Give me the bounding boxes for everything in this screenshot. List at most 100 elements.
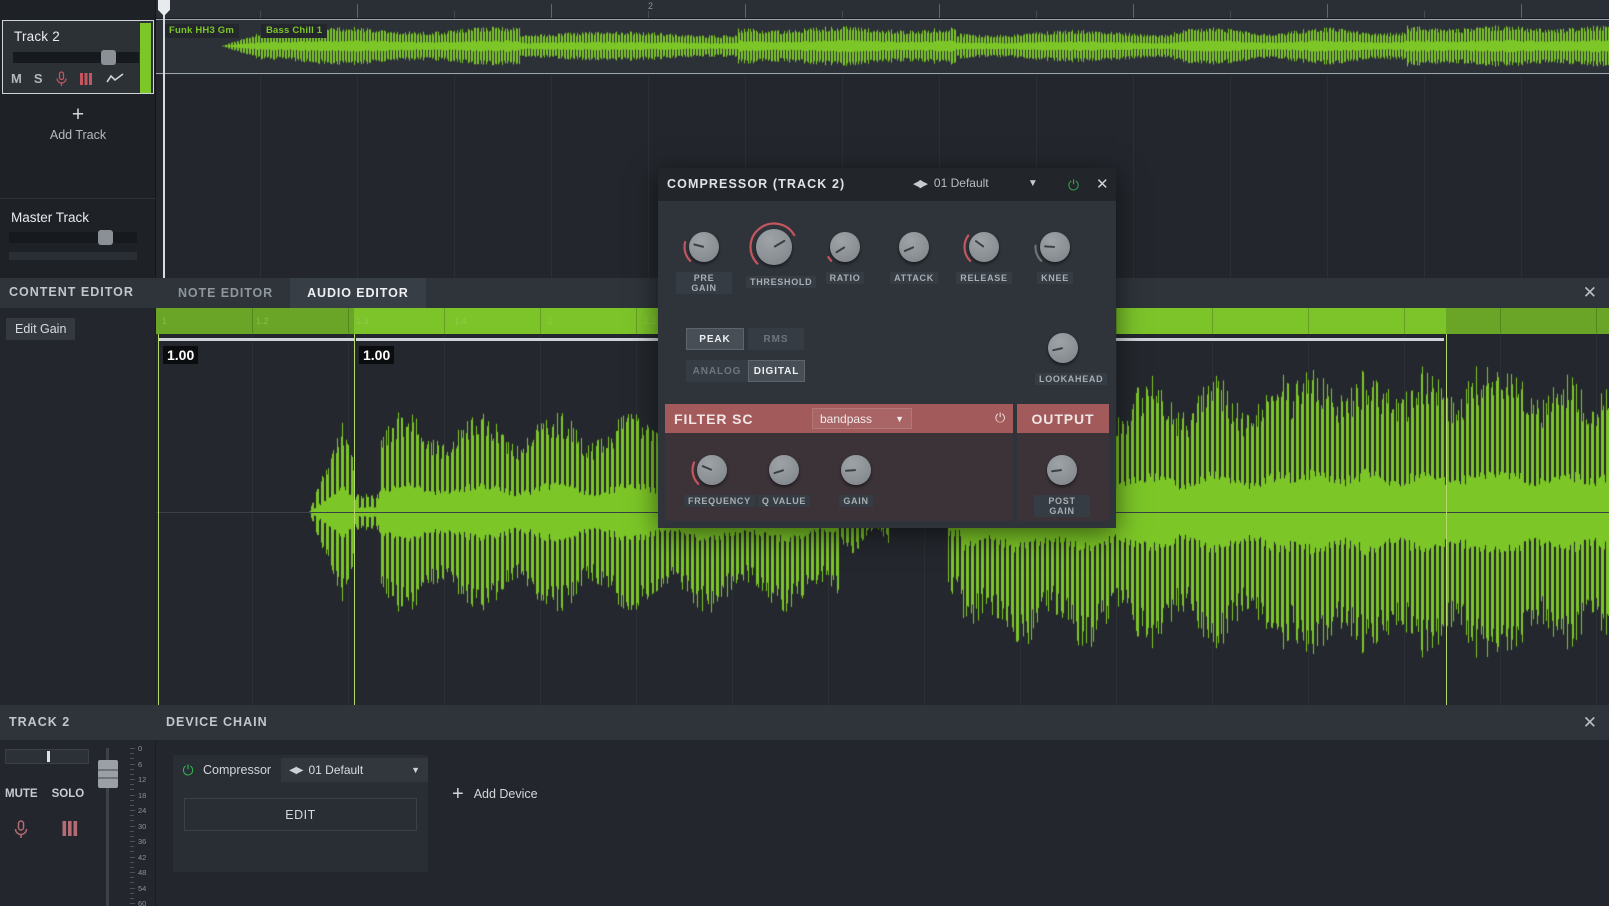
chevron-down-icon[interactable]: ▼: [411, 765, 420, 775]
knob-control[interactable]: [835, 449, 877, 491]
clip-label[interactable]: Funk HH3 Gm: [164, 24, 239, 38]
grid-line: [156, 334, 157, 705]
content-editor-tabs: NOTE EDITOR AUDIO EDITOR: [161, 278, 426, 308]
chevron-down-icon[interactable]: ▼: [1028, 178, 1038, 189]
midi-input-icon[interactable]: [80, 72, 94, 86]
edit-button[interactable]: EDIT: [184, 798, 417, 831]
mode-button-digital[interactable]: DIGITAL: [748, 360, 805, 382]
tab-note-editor[interactable]: NOTE EDITOR: [161, 278, 290, 308]
mode-button-peak[interactable]: PEAK: [686, 328, 744, 350]
knob-control[interactable]: [1042, 327, 1084, 369]
editor-ruler-segment[interactable]: [1446, 308, 1609, 334]
power-icon[interactable]: ⏻: [173, 762, 203, 779]
preset-prev-next-icon[interactable]: ◀▶: [913, 177, 926, 190]
compressor-plugin-window[interactable]: COMPRESSOR (TRACK 2) ◀▶ 01 Default ▼ ⏻ ✕…: [658, 168, 1116, 528]
track-button-row: M S: [11, 70, 124, 88]
editor-ruler-label: 1.2: [256, 316, 269, 326]
db-label: 54: [138, 885, 146, 893]
volume-fader-handle[interactable]: [98, 760, 118, 788]
mode-button-analog[interactable]: ANALOG: [686, 360, 748, 382]
edit-gain-button[interactable]: Edit Gain: [6, 318, 75, 340]
db-minor-tick: [130, 800, 134, 801]
mode-button-rms[interactable]: RMS: [748, 328, 804, 350]
db-label: 24: [138, 807, 146, 815]
db-minor-tick: [130, 862, 134, 863]
playhead[interactable]: [163, 0, 165, 278]
gain-value-label: 1.00: [359, 346, 394, 364]
editor-ruler-sep: [348, 308, 349, 334]
db-label: 18: [138, 792, 146, 800]
knob-control[interactable]: [683, 226, 725, 268]
db-minor-tick: [130, 774, 134, 775]
add-device-button[interactable]: + Add Device: [452, 785, 538, 803]
plugin-title-bar[interactable]: COMPRESSOR (TRACK 2) ◀▶ 01 Default ▼ ⏻ ✕: [658, 168, 1116, 201]
knob-control[interactable]: [763, 449, 805, 491]
device-slot-compressor[interactable]: ⏻ Compressor ◀▶ 01 Default ▼ EDIT: [173, 755, 428, 872]
plugin-preset-selector[interactable]: ◀▶ 01 Default ▼: [913, 176, 1038, 190]
mute-button[interactable]: MUTE: [5, 788, 38, 800]
track-header-track2[interactable]: Track 2 M S: [2, 20, 154, 94]
close-icon[interactable]: ✕: [1096, 175, 1109, 193]
filter-sc-power-icon[interactable]: ⏻: [995, 410, 1005, 426]
device-chain-area[interactable]: ⏻ Compressor ◀▶ 01 Default ▼ EDIT + Add …: [156, 740, 1609, 906]
knob-control[interactable]: [691, 449, 733, 491]
knob-control[interactable]: [1034, 226, 1076, 268]
clip-boundary[interactable]: [354, 334, 355, 705]
editor-ruler-segment[interactable]: [156, 308, 354, 334]
db-tick: [130, 841, 135, 842]
tab-audio-editor[interactable]: AUDIO EDITOR: [290, 278, 426, 308]
slider-thumb[interactable]: [101, 50, 116, 65]
solo-button[interactable]: SOLO: [52, 788, 85, 800]
close-icon[interactable]: ✕: [1583, 714, 1597, 732]
ruler-label: 2: [648, 1, 653, 11]
editor-ruler-sep: [636, 308, 637, 334]
clip-label[interactable]: Bass Chill 1: [261, 24, 327, 38]
record-arm-icon[interactable]: [55, 71, 68, 87]
db-minor-tick: [130, 789, 134, 790]
device-chain-track-label: TRACK 2: [9, 715, 70, 729]
pan-slider[interactable]: [5, 749, 89, 764]
db-minor-tick: [130, 805, 134, 806]
editor-ruler-sep: [444, 308, 445, 334]
power-icon[interactable]: ⏻: [1068, 177, 1079, 194]
device-header: ⏻ Compressor ◀▶ 01 Default ▼: [173, 755, 428, 785]
clip-boundary[interactable]: [1446, 334, 1447, 705]
slider-thumb[interactable]: [98, 230, 113, 245]
knob-control[interactable]: [749, 222, 799, 272]
grid-line: [260, 75, 261, 278]
grid-line: [252, 334, 253, 705]
knob-control[interactable]: [893, 226, 935, 268]
knob-control[interactable]: [824, 226, 866, 268]
knob-control[interactable]: [1041, 449, 1083, 491]
master-volume-slider[interactable]: [9, 232, 137, 243]
clip-lane-track2[interactable]: Funk HH3 Gm Bass Chill 1: [156, 19, 1609, 74]
plugin-preset-name: 01 Default: [934, 176, 1020, 190]
ruler-tick: [260, 11, 261, 18]
grid-line: [648, 75, 649, 278]
preset-prev-next-icon[interactable]: ◀▶: [289, 765, 302, 776]
solo-button[interactable]: S: [34, 70, 43, 88]
add-track-label: Add Track: [0, 128, 156, 142]
gain-envelope-line[interactable]: [159, 338, 354, 341]
clip-boundary[interactable]: [158, 334, 159, 705]
master-pan-slider[interactable]: [9, 252, 137, 260]
grid-line: [1308, 334, 1309, 705]
knob-release: RELEASE: [956, 226, 1012, 286]
track-volume-slider[interactable]: [13, 52, 139, 63]
midi-input-icon[interactable]: [62, 820, 78, 839]
grid-line: [1212, 334, 1213, 705]
ruler-tick: [1230, 11, 1231, 18]
automation-icon[interactable]: [106, 73, 124, 85]
add-track-button[interactable]: + Add Track: [0, 104, 156, 142]
bottom-panel: TRACK 2 DEVICE CHAIN ✕ MUTE SOLO 0612182…: [0, 705, 1609, 906]
close-icon[interactable]: ✕: [1583, 283, 1597, 303]
timeline-ruler[interactable]: 2: [156, 0, 1609, 19]
chevron-down-icon[interactable]: ▼: [895, 414, 904, 424]
editor-ruler-label: 1.4: [454, 316, 467, 326]
device-preset-selector[interactable]: ◀▶ 01 Default ▼: [281, 758, 428, 782]
master-track-section[interactable]: Master Track: [0, 198, 156, 278]
knob-control[interactable]: [963, 226, 1005, 268]
record-arm-icon[interactable]: [13, 820, 29, 839]
mute-button[interactable]: M: [11, 70, 22, 88]
filter-type-dropdown[interactable]: bandpass ▼: [812, 408, 912, 429]
